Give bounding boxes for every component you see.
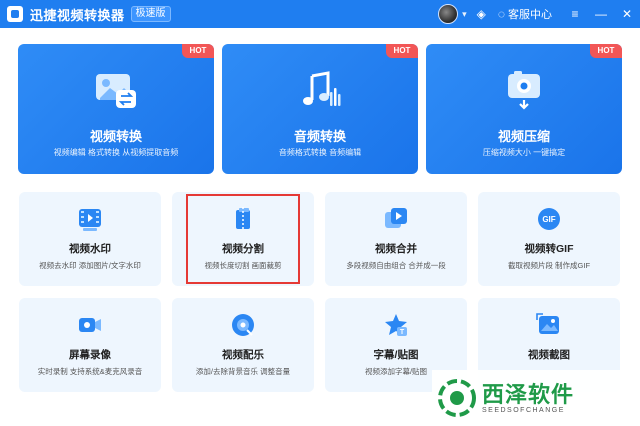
watermark-logo-icon bbox=[438, 379, 476, 417]
minimize-button[interactable]: — bbox=[588, 7, 614, 21]
video-convert-card[interactable]: HOT 视频转换 视频编辑 格式转换 从视频提取音频 bbox=[18, 44, 214, 174]
gif-icon: GIF bbox=[538, 208, 560, 230]
edition-badge: 极速版 bbox=[130, 6, 171, 22]
tool-title: 字幕/贴图 bbox=[373, 349, 419, 361]
tool-title: 视频转GIF bbox=[524, 243, 574, 255]
service-center-button[interactable]: ◌ 客服中心 bbox=[498, 6, 552, 22]
tool-subtitle: 多段视频自由组合 合并成一段 bbox=[346, 261, 446, 270]
tool-video-watermark[interactable]: 视频水印 视频去水印 添加图片/文字水印 bbox=[19, 192, 161, 286]
hot-badge: HOT bbox=[590, 44, 622, 58]
tool-title: 视频截图 bbox=[528, 349, 570, 361]
site-watermark: 西泽软件 SEEDSOFCHANGE bbox=[432, 370, 640, 426]
card-title: 视频转换 bbox=[89, 129, 142, 144]
tool-video-merge[interactable]: 视频合并 多段视频自由组合 合并成一段 bbox=[325, 192, 467, 286]
video-convert-icon bbox=[96, 74, 136, 108]
tool-subtitle: 实时录制 支持系统&麦克风录音 bbox=[37, 367, 143, 376]
close-button[interactable]: ✕ bbox=[614, 7, 640, 21]
screenshot-icon bbox=[536, 313, 559, 334]
tool-title: 视频配乐 bbox=[222, 349, 264, 361]
audio-convert-icon bbox=[303, 71, 341, 106]
card-subtitle: 音频格式转换 音频编辑 bbox=[278, 148, 362, 157]
watermark-main-text: 西泽软件 bbox=[482, 381, 575, 407]
app-title: 迅捷视频转换器 bbox=[30, 7, 125, 23]
watermark-sub-text: SEEDSOFCHANGE bbox=[482, 406, 565, 414]
title-bar: 迅捷视频转换器 极速版 ▾ ◈ ◌ 客服中心 ≡ — ✕ bbox=[0, 0, 640, 28]
highlight-box bbox=[186, 194, 300, 284]
subtitle-icon: T bbox=[385, 314, 407, 336]
card-subtitle: 压缩视频大小 一键搞定 bbox=[482, 148, 566, 157]
music-icon bbox=[232, 314, 254, 336]
svg-text:T: T bbox=[400, 329, 405, 336]
tool-video-to-gif[interactable]: GIF 视频转GIF 截取视频片段 制作成GIF bbox=[478, 192, 620, 286]
audio-convert-card[interactable]: HOT 音频转换 音频格式转换 音频编辑 bbox=[222, 44, 418, 174]
video-compress-icon bbox=[508, 71, 540, 110]
merge-icon bbox=[385, 208, 407, 228]
hot-badge: HOT bbox=[182, 44, 214, 58]
screen-record-icon bbox=[79, 318, 101, 332]
card-subtitle: 视频编辑 格式转换 从视频提取音频 bbox=[53, 148, 179, 157]
app-logo-icon bbox=[7, 6, 23, 22]
user-avatar[interactable] bbox=[438, 4, 459, 24]
chevron-down-icon[interactable]: ▾ bbox=[462, 9, 467, 20]
tool-subtitle: 添加/去除背景音乐 调整音量 bbox=[195, 367, 291, 376]
tool-title: 视频水印 bbox=[69, 243, 111, 255]
service-center-label: 客服中心 bbox=[508, 9, 552, 21]
svg-text:GIF: GIF bbox=[542, 215, 555, 224]
vip-diamond-icon[interactable]: ◈ bbox=[477, 7, 486, 21]
chat-icon: ◌ bbox=[497, 7, 505, 21]
tool-screen-record[interactable]: 屏幕录像 实时录制 支持系统&麦克风录音 bbox=[19, 298, 161, 392]
card-title: 视频压缩 bbox=[497, 129, 550, 144]
tool-title: 视频合并 bbox=[375, 243, 417, 255]
tool-subtitle: 截取视频片段 制作成GIF bbox=[507, 261, 591, 270]
card-title: 音频转换 bbox=[293, 129, 346, 144]
tool-video-music[interactable]: 视频配乐 添加/去除背景音乐 调整音量 bbox=[172, 298, 314, 392]
hot-badge: HOT bbox=[386, 44, 418, 58]
tool-subtitle: 视频去水印 添加图片/文字水印 bbox=[39, 261, 141, 270]
watermark-icon bbox=[79, 209, 101, 231]
tool-title: 屏幕录像 bbox=[69, 349, 111, 361]
video-compress-card[interactable]: HOT 视频压缩 压缩视频大小 一键搞定 bbox=[426, 44, 622, 174]
menu-icon[interactable]: ≡ bbox=[562, 7, 588, 21]
